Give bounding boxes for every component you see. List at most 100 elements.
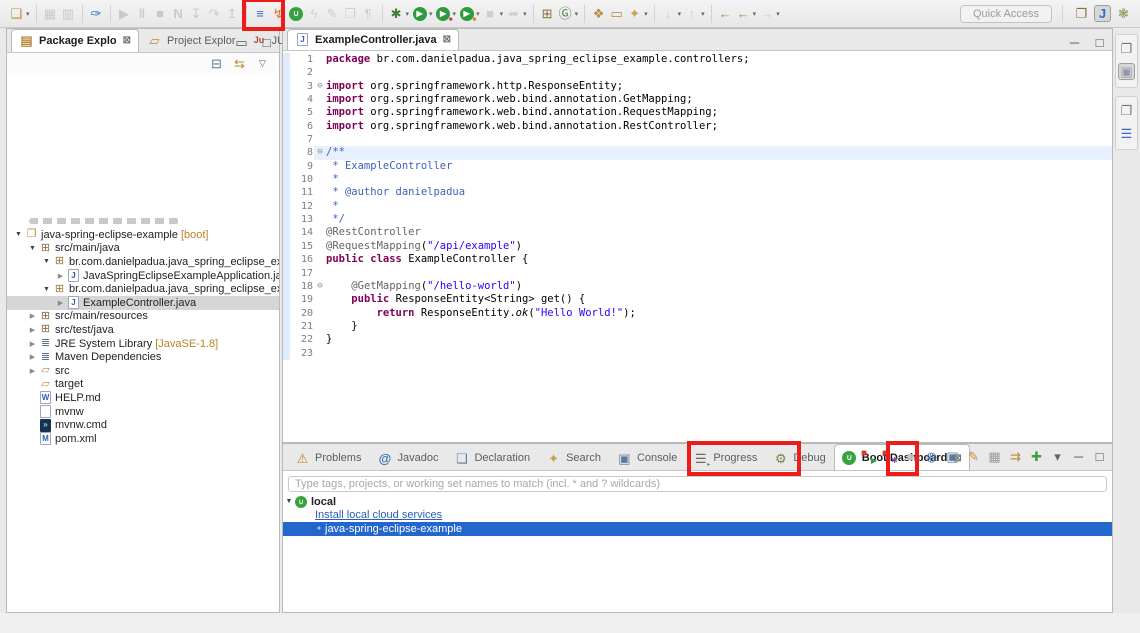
tree-item-br-com-danielpadua-java-spring-eclipse-e[interactable]: ▼⊞br.com.danielpadua.java_spring_eclipse… — [7, 255, 279, 269]
new-class-icon-dropdown[interactable]: ▾ — [575, 10, 579, 18]
open-console-icon[interactable]: ▣ — [944, 448, 961, 465]
code-area[interactable]: 1package br.com.danielpadua.java_spring_… — [283, 51, 1112, 360]
properties-icon[interactable]: ▦ — [986, 448, 1003, 465]
coverage-icon[interactable]: ▶■ — [435, 5, 452, 22]
boot-redebug-icon[interactable]: ■✱ — [881, 448, 898, 465]
new-class-icon[interactable]: Ⓖ — [557, 5, 574, 22]
tree-item-javaspringeclipseexampleapplication-java[interactable]: ▶JJavaSpringEclipseExampleApplication.ja… — [7, 269, 279, 283]
minimized-tasklist-icon[interactable]: ▣ — [1118, 63, 1135, 80]
open-resource-icon[interactable]: ▭ — [608, 5, 625, 22]
link-with-editor-icon[interactable]: ⇆ — [231, 55, 248, 72]
collapse-arrow-icon[interactable]: ▼ — [27, 245, 38, 252]
dashboard-group-local[interactable]: ▼ ∪ local — [283, 495, 1112, 509]
tab-debug[interactable]: ⚙Debug — [765, 444, 833, 470]
spring-perspective-icon[interactable]: ❃ — [1115, 5, 1132, 22]
stop-disabled-icon-dropdown[interactable]: ▾ — [500, 10, 504, 18]
view-menu-icon[interactable]: ▽ — [254, 55, 271, 72]
tree-item-java-spring-eclipse-example[interactable]: ▼❐java-spring-eclipse-example[boot] — [7, 228, 279, 242]
boot-start-icon[interactable]: ∪ — [288, 5, 305, 22]
pin-editor-icon[interactable]: ✑ — [88, 5, 105, 22]
tree-item-pom-xml[interactable]: Mpom.xml — [7, 432, 279, 446]
tree-item-mvnw[interactable]: mvnw — [7, 405, 279, 419]
expand-arrow-icon[interactable]: ▶ — [55, 272, 66, 280]
minimize-view-icon[interactable]: ▭ — [233, 34, 250, 51]
add-icon[interactable]: ✚ — [1028, 448, 1045, 465]
tree-item-src-test-java[interactable]: ▶⊞src/test/java — [7, 323, 279, 337]
back-history-icon-dropdown[interactable]: ▾ — [753, 10, 757, 18]
next-annotation-icon-dropdown[interactable]: ▾ — [678, 10, 682, 18]
back-icon[interactable]: ← — [717, 5, 734, 22]
open-config-icon[interactable]: ✎ — [965, 448, 982, 465]
tab-javadoc[interactable]: @Javadoc — [369, 444, 446, 470]
back-history-icon[interactable]: ← — [735, 5, 752, 22]
tab-project-explor[interactable]: ▱Project Explor — [139, 29, 243, 52]
tree-item-help-md[interactable]: WHELP.md — [7, 391, 279, 405]
debug-icon[interactable]: ✱ — [388, 5, 405, 22]
tree-item-src[interactable]: ▶▱src — [7, 364, 279, 378]
profile-icon[interactable]: ▶■ — [458, 5, 475, 22]
tab-progress[interactable]: ☰▸Progress — [685, 444, 765, 470]
minimize-editor-icon[interactable]: ─ — [1066, 34, 1083, 51]
open-browser-icon[interactable]: ◍ — [923, 448, 940, 465]
close-icon[interactable]: ⊠ — [443, 34, 451, 45]
relaunch-icon[interactable]: ↯ — [270, 5, 287, 22]
maximize-icon[interactable]: □ — [1091, 448, 1108, 465]
editor-tab-examplecontroller-java[interactable]: JExampleController.java⊠ — [287, 29, 459, 50]
coverage-icon-dropdown[interactable]: ▾ — [453, 10, 457, 18]
tree-item-br-com-danielpadua-java-spring-eclipse-e[interactable]: ▼⊞br.com.danielpadua.java_spring_eclipse… — [7, 282, 279, 296]
dashboard-filter-input[interactable] — [288, 476, 1107, 492]
tree-item-examplecontroller-java[interactable]: ▶JExampleController.java — [7, 296, 279, 310]
expand-arrow-icon[interactable]: ▶ — [27, 312, 38, 320]
restore-icon[interactable]: ❐ — [1118, 40, 1135, 57]
external-tools-icon-dropdown[interactable]: ▾ — [523, 10, 527, 18]
collapse-arrow-icon[interactable]: ▼ — [41, 258, 52, 265]
chevron-down-icon[interactable]: ▼ — [283, 498, 295, 505]
run-icon-dropdown[interactable]: ▾ — [429, 10, 433, 18]
install-cloud-services-link[interactable]: Install local cloud services — [315, 509, 442, 521]
search-icon-dropdown[interactable]: ▾ — [644, 10, 648, 18]
expand-arrow-icon[interactable]: ▶ — [27, 326, 38, 334]
prev-annotation-icon-dropdown[interactable]: ▾ — [701, 10, 705, 18]
forward-icon-dropdown[interactable]: ▾ — [776, 10, 780, 18]
new-wizard-icon[interactable]: ❏ — [8, 5, 25, 22]
collapse-all-icon[interactable]: ⊟ — [208, 55, 225, 72]
expand-arrow-icon[interactable]: ▶ — [55, 299, 66, 307]
tree-item-src-main-resources[interactable]: ▶⊞src/main/resources — [7, 310, 279, 324]
expand-arrow-icon[interactable]: ▶ — [27, 340, 38, 348]
pin-icon[interactable]: ⇉ — [1007, 448, 1024, 465]
run-history-icon[interactable]: ≡ — [252, 5, 269, 22]
debug-icon-dropdown[interactable]: ▾ — [406, 10, 410, 18]
open-perspective-icon[interactable]: ❐ — [1073, 5, 1090, 22]
fold-collapse-icon[interactable]: ⊖ — [314, 280, 326, 293]
tree-item-jre-system-library[interactable]: ▶≣JRE System Library[JavaSE-1.8] — [7, 337, 279, 351]
collapse-arrow-icon[interactable]: ▼ — [13, 231, 24, 238]
tab-declaration[interactable]: ❏Declaration — [446, 444, 538, 470]
tree-item-maven-dependencies[interactable]: ▶≣Maven Dependencies — [7, 350, 279, 364]
fold-collapse-icon[interactable]: ⊖ — [314, 146, 326, 159]
run-icon[interactable]: ▶ — [411, 5, 428, 22]
new-wizard-icon-dropdown[interactable]: ▾ — [26, 10, 30, 18]
search-icon[interactable]: ✦ — [626, 5, 643, 22]
tree-item-src-main-java[interactable]: ▼⊞src/main/java — [7, 242, 279, 256]
close-icon[interactable]: ⊠ — [123, 35, 131, 46]
tab-search[interactable]: ✦Search — [538, 444, 609, 470]
expand-arrow-icon[interactable]: ▶ — [27, 353, 38, 361]
minimize-icon[interactable]: ─ — [1070, 448, 1087, 465]
fold-collapse-icon[interactable]: ⊖ — [314, 80, 326, 93]
java-perspective-icon[interactable]: J — [1094, 5, 1111, 22]
boot-restart-icon[interactable]: ■▶ — [860, 448, 877, 465]
tab-problems[interactable]: ⚠Problems — [287, 444, 369, 470]
quick-access-button[interactable]: Quick Access — [960, 5, 1052, 23]
dashboard-item-selected[interactable]: ● java-spring-eclipse-example — [283, 522, 1112, 536]
package-explorer-tree[interactable]: ▼❐java-spring-eclipse-example[boot]▼⊞src… — [7, 73, 279, 446]
maximize-view-icon[interactable]: □ — [258, 34, 275, 51]
expand-arrow-icon[interactable]: ▶ — [27, 367, 38, 375]
restore-icon[interactable]: ❐ — [1118, 102, 1135, 119]
new-java-project-icon[interactable]: ⊞ — [539, 5, 556, 22]
tree-item-target[interactable]: ▱target — [7, 378, 279, 392]
collapse-arrow-icon[interactable]: ▼ — [41, 286, 52, 293]
maximize-editor-icon[interactable]: □ — [1091, 34, 1108, 51]
minimized-outline-icon[interactable]: ☰ — [1118, 125, 1135, 142]
chevron-down-icon[interactable]: ▾ — [1049, 448, 1066, 465]
tab-package-explo[interactable]: ▤Package Explo⊠ — [11, 29, 139, 52]
